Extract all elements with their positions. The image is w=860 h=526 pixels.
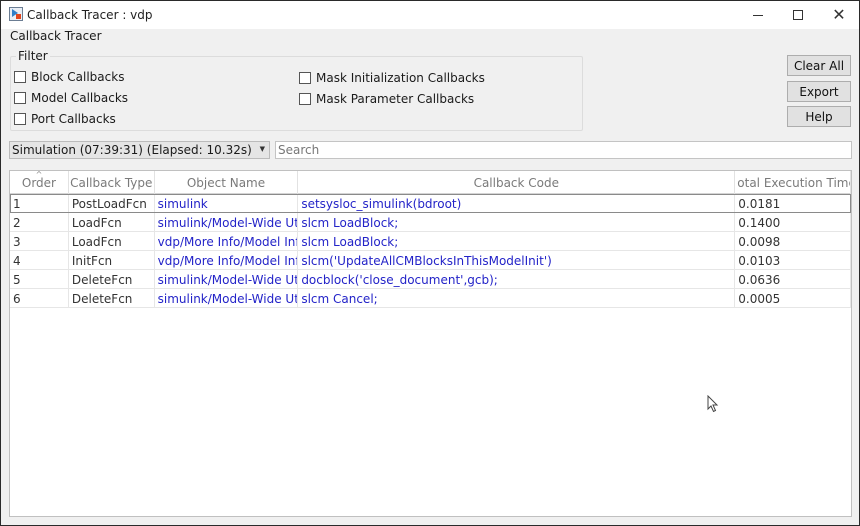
cell-order: 4: [10, 251, 69, 270]
column-header-callback-type[interactable]: Callback Type: [69, 171, 155, 194]
table-row[interactable]: 1 PostLoadFcn simulink setsysloc_simulin…: [10, 194, 851, 213]
cell-object-name-link[interactable]: simulink/Model-Wide Util...: [155, 270, 299, 289]
checkbox-label: Model Callbacks: [31, 91, 129, 105]
sort-ascending-icon: ^: [35, 171, 43, 179]
session-selected: Simulation (07:39:31) (Elapsed: 10.32s): [12, 143, 252, 157]
window-title: Callback Tracer : vdp: [27, 8, 153, 22]
cell-callback-type: InitFcn: [69, 251, 155, 270]
export-button[interactable]: Export: [787, 81, 851, 102]
table-row[interactable]: 3 LoadFcn vdp/More Info/Model Info slcm …: [10, 232, 851, 251]
cell-execution-time: 0.0005: [735, 289, 851, 308]
table-row[interactable]: 2 LoadFcn simulink/Model-Wide Util... sl…: [10, 213, 851, 232]
cell-callback-type: PostLoadFcn: [69, 194, 155, 213]
search-input[interactable]: [275, 141, 852, 159]
column-header-object-name[interactable]: Object Name: [155, 171, 299, 194]
cell-order: 1: [10, 194, 69, 213]
help-button[interactable]: Help: [787, 106, 851, 127]
table-row[interactable]: 6 DeleteFcn simulink/Model-Wide Util... …: [10, 289, 851, 308]
cell-execution-time: 0.0181: [735, 194, 851, 213]
clear-all-button[interactable]: Clear All: [787, 55, 851, 76]
cell-object-name-link[interactable]: simulink/Model-Wide Util...: [155, 289, 299, 308]
table-header: ^ Order Callback Type Object Name Callba…: [10, 171, 851, 194]
cell-object-name-link[interactable]: simulink/Model-Wide Util...: [155, 213, 299, 232]
cell-callback-type: DeleteFcn: [69, 270, 155, 289]
cell-callback-code-link[interactable]: slcm Cancel;: [298, 289, 736, 308]
checkbox-box[interactable]: [14, 71, 26, 83]
panel-title: Callback Tracer: [10, 29, 102, 43]
checkbox-box[interactable]: [14, 113, 26, 125]
close-button[interactable]: ✕: [819, 1, 859, 29]
checkbox-label: Mask Parameter Callbacks: [316, 92, 475, 106]
cell-callback-type: DeleteFcn: [69, 289, 155, 308]
checkbox-label: Mask Initialization Callbacks: [316, 71, 485, 85]
table-row[interactable]: 4 InitFcn vdp/More Info/Model Info slcm(…: [10, 251, 851, 270]
cell-order: 5: [10, 270, 69, 289]
cell-callback-code-link[interactable]: slcm LoadBlock;: [298, 232, 736, 251]
cell-execution-time: 0.0103: [735, 251, 851, 270]
cell-object-name-link[interactable]: vdp/More Info/Model Info: [155, 251, 299, 270]
cell-callback-type: LoadFcn: [69, 232, 155, 251]
callback-table: ^ Order Callback Type Object Name Callba…: [9, 170, 852, 517]
table-body: 1 PostLoadFcn simulink setsysloc_simulin…: [10, 194, 851, 308]
model-callbacks-checkbox[interactable]: Model Callbacks: [14, 91, 128, 105]
cell-callback-code-link[interactable]: docblock('close_document',gcb);: [298, 270, 736, 289]
checkbox-box[interactable]: [14, 92, 26, 104]
checkbox-box[interactable]: [299, 93, 311, 105]
cell-callback-code-link[interactable]: slcm('UpdateAllCMBlocksInThisModelInit'): [298, 251, 736, 270]
filter-label: Filter: [16, 49, 50, 63]
cell-execution-time: 0.0098: [735, 232, 851, 251]
callback-tracer-window: Callback Tracer : vdp ✕ Callback Tracer …: [0, 0, 860, 526]
mask-param-callbacks-checkbox[interactable]: Mask Parameter Callbacks: [299, 92, 474, 106]
minimize-icon: [753, 14, 763, 16]
checkbox-box[interactable]: [299, 72, 311, 84]
close-icon: ✕: [832, 5, 846, 24]
table-row[interactable]: 5 DeleteFcn simulink/Model-Wide Util... …: [10, 270, 851, 289]
mouse-pointer-icon: [707, 395, 719, 413]
maximize-button[interactable]: [778, 1, 818, 29]
cell-order: 6: [10, 289, 69, 308]
block-callbacks-checkbox[interactable]: Block Callbacks: [14, 70, 124, 84]
checkbox-label: Port Callbacks: [31, 112, 116, 126]
dropdown-arrow-icon: ▼: [259, 145, 265, 153]
cell-execution-time: 0.0636: [735, 270, 851, 289]
checkbox-label: Block Callbacks: [31, 70, 125, 84]
title-bar: Callback Tracer : vdp ✕: [1, 1, 859, 29]
cell-object-name-link[interactable]: vdp/More Info/Model Info: [155, 232, 299, 251]
cell-callback-code-link[interactable]: setsysloc_simulink(bdroot): [298, 194, 736, 213]
cell-callback-code-link[interactable]: slcm LoadBlock;: [298, 213, 736, 232]
minimize-button[interactable]: [738, 1, 778, 29]
maximize-icon: [793, 10, 803, 20]
session-dropdown[interactable]: Simulation (07:39:31) (Elapsed: 10.32s) …: [9, 141, 270, 159]
column-header-execution-time[interactable]: otal Execution Time (s: [735, 171, 851, 194]
cell-callback-type: LoadFcn: [69, 213, 155, 232]
cell-execution-time: 0.1400: [735, 213, 851, 232]
column-header-order[interactable]: ^ Order: [10, 171, 69, 194]
mask-init-callbacks-checkbox[interactable]: Mask Initialization Callbacks: [299, 71, 485, 85]
cell-order: 3: [10, 232, 69, 251]
column-header-callback-code[interactable]: Callback Code: [298, 171, 736, 194]
cell-order: 2: [10, 213, 69, 232]
cell-object-name-link[interactable]: simulink: [155, 194, 299, 213]
port-callbacks-checkbox[interactable]: Port Callbacks: [14, 112, 116, 126]
simulink-app-icon: [9, 7, 23, 21]
